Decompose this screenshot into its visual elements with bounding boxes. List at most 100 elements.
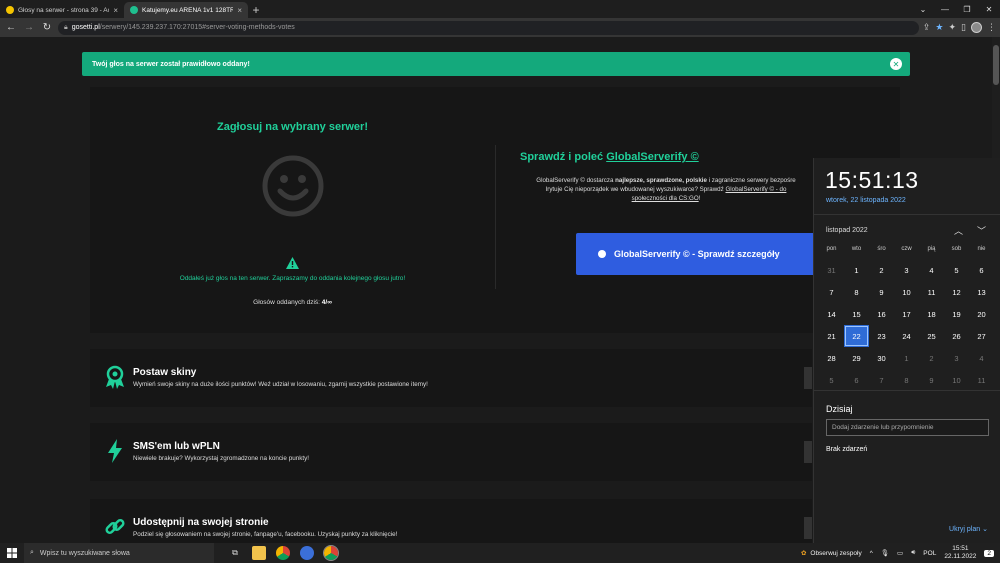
calendar-day[interactable]: 21: [819, 325, 844, 347]
vote-title: Zagłosuj na wybrany serwer!: [217, 121, 368, 133]
close-tab-icon[interactable]: ×: [237, 6, 242, 15]
minimize-icon[interactable]: —: [934, 0, 956, 18]
full-date-link[interactable]: wtorek, 22 listopada 2022: [826, 197, 906, 204]
calendar-day[interactable]: 4: [919, 259, 944, 281]
calendar-day[interactable]: 24: [894, 325, 919, 347]
calendar-day[interactable]: 29: [844, 347, 869, 369]
calendar-day[interactable]: 11: [919, 281, 944, 303]
scrollbar-thumb[interactable]: [993, 45, 999, 85]
language-indicator[interactable]: POL: [923, 550, 936, 557]
calendar-day-today[interactable]: 22: [844, 325, 869, 347]
weather-widget[interactable]: ✿ Obserwuj zespoły: [801, 549, 862, 558]
close-tab-icon[interactable]: ×: [113, 6, 118, 15]
calendar-day[interactable]: 5: [819, 369, 844, 391]
calendar-month[interactable]: listopad 2022: [826, 227, 868, 234]
calendar-day[interactable]: 2: [919, 347, 944, 369]
calendar-day[interactable]: 6: [969, 259, 994, 281]
hide-plan-link[interactable]: Ukryj plan ⌄: [949, 525, 988, 533]
taskbar-search[interactable]: ⌕ Wpisz tu wyszukiwane słowa: [24, 543, 214, 563]
feature-action-button[interactable]: [804, 441, 812, 463]
chrome-icon[interactable]: [323, 545, 339, 561]
globalserverify-button[interactable]: GlobalServerify © - Sprawdź szczegóły: [576, 233, 816, 275]
chevron-up-icon[interactable]: ^: [870, 550, 873, 557]
calendar-day[interactable]: 20: [969, 303, 994, 325]
restore-icon[interactable]: ❐: [956, 0, 978, 18]
menu-dots-icon[interactable]: ⋮: [987, 22, 996, 33]
calendar-day[interactable]: 13: [969, 281, 994, 303]
network-icon[interactable]: ▭: [897, 549, 903, 557]
feature-action-button[interactable]: [804, 517, 812, 539]
notification-icon[interactable]: 2: [984, 549, 994, 557]
calendar-day[interactable]: 3: [944, 347, 969, 369]
calendar-flyout: 15:51:13 wtorek, 22 listopada 2022 listo…: [813, 158, 1000, 543]
share-icon[interactable]: ⇪: [923, 22, 931, 33]
browser-tab-1[interactable]: Głosy na serwer - strona 39 - Acti ×: [0, 2, 124, 18]
add-event-input[interactable]: Dodaj zdarzenie lub przypomnienie: [826, 419, 989, 436]
calendar-day[interactable]: 18: [919, 303, 944, 325]
microphone-icon[interactable]: 🎙︎: [881, 549, 889, 557]
feature-action-button[interactable]: [804, 367, 812, 389]
calendar-day[interactable]: 3: [894, 259, 919, 281]
calendar-day[interactable]: 30: [869, 347, 894, 369]
close-window-icon[interactable]: ✕: [978, 0, 1000, 18]
chevron-down-icon[interactable]: ﹀: [977, 224, 986, 237]
calendar-day[interactable]: 28: [819, 347, 844, 369]
app-icon[interactable]: [300, 546, 314, 560]
calendar-day[interactable]: 4: [969, 347, 994, 369]
address-bar[interactable]: 🔒︎ gosetti.pl/serwery/145.239.237.170:27…: [58, 20, 919, 35]
calendar-day[interactable]: 17: [894, 303, 919, 325]
new-tab-button[interactable]: +: [248, 2, 264, 18]
link-icon: [105, 518, 125, 535]
calendar-day[interactable]: 19: [944, 303, 969, 325]
toast-message: Twój głos na serwer został prawidłowo od…: [92, 60, 250, 68]
feature-place-skins[interactable]: Postaw skiny Wymień swoje skiny na duże …: [90, 349, 812, 407]
weather-label: Obserwuj zespoły: [810, 549, 862, 557]
reload-icon[interactable]: ↻: [40, 21, 54, 35]
desc-link[interactable]: GlobalServerify © - do: [725, 186, 786, 193]
calendar-day[interactable]: 23: [869, 325, 894, 347]
calendar-day[interactable]: 12: [944, 281, 969, 303]
feature-share[interactable]: Udostępnij na swojej stronie Podziel się…: [90, 499, 812, 543]
calendar-day[interactable]: 10: [894, 281, 919, 303]
calendar-day[interactable]: 15: [844, 303, 869, 325]
chrome-icon[interactable]: [276, 546, 290, 560]
sidebar-icon[interactable]: ▯: [961, 22, 966, 33]
bookmark-star-icon[interactable]: ★: [935, 22, 943, 33]
calendar-day[interactable]: 11: [969, 369, 994, 391]
forward-arrow-icon[interactable]: →: [22, 21, 36, 35]
calendar-day[interactable]: 26: [944, 325, 969, 347]
calendar-day[interactable]: 14: [819, 303, 844, 325]
browser-tab-2[interactable]: Katujemy.eu ARENA 1v1 128TR ×: [124, 2, 248, 18]
calendar-day[interactable]: 6: [844, 369, 869, 391]
calendar-day[interactable]: 9: [869, 281, 894, 303]
success-toast: Twój głos na serwer został prawidłowo od…: [82, 52, 910, 76]
calendar-day[interactable]: 9: [919, 369, 944, 391]
calendar-day[interactable]: 1: [844, 259, 869, 281]
calendar-day[interactable]: 31: [819, 259, 844, 281]
back-arrow-icon[interactable]: ←: [4, 21, 18, 35]
extensions-icon[interactable]: ✦: [949, 22, 957, 33]
taskbar-clock[interactable]: 15:51 22.11.2022: [944, 545, 976, 561]
profile-avatar[interactable]: [971, 22, 982, 33]
calendar-day[interactable]: 2: [869, 259, 894, 281]
calendar-day[interactable]: 7: [819, 281, 844, 303]
calendar-day[interactable]: 8: [894, 369, 919, 391]
close-icon[interactable]: ✕: [890, 58, 902, 70]
calendar-day[interactable]: 27: [969, 325, 994, 347]
volume-icon[interactable]: 🔊︎: [911, 549, 915, 557]
calendar-day[interactable]: 1: [894, 347, 919, 369]
calendar-day[interactable]: 5: [944, 259, 969, 281]
chevron-up-icon[interactable]: ︿: [954, 224, 963, 237]
calendar-day[interactable]: 8: [844, 281, 869, 303]
chevron-down-icon[interactable]: ⌄: [912, 0, 934, 18]
globalserverify-link[interactable]: GlobalServerify ©: [606, 151, 698, 163]
task-view-icon[interactable]: ⧉: [228, 546, 242, 560]
calendar-day[interactable]: 7: [869, 369, 894, 391]
feature-sms[interactable]: SMS'em lub wPLN Niewiele brakuje? Wykorz…: [90, 423, 812, 481]
file-explorer-icon[interactable]: [252, 546, 266, 560]
calendar-day[interactable]: 25: [919, 325, 944, 347]
windows-start-icon[interactable]: [0, 543, 24, 563]
calendar-day[interactable]: 16: [869, 303, 894, 325]
desc-link[interactable]: społeczności dla CS:GO: [632, 195, 699, 202]
calendar-day[interactable]: 10: [944, 369, 969, 391]
